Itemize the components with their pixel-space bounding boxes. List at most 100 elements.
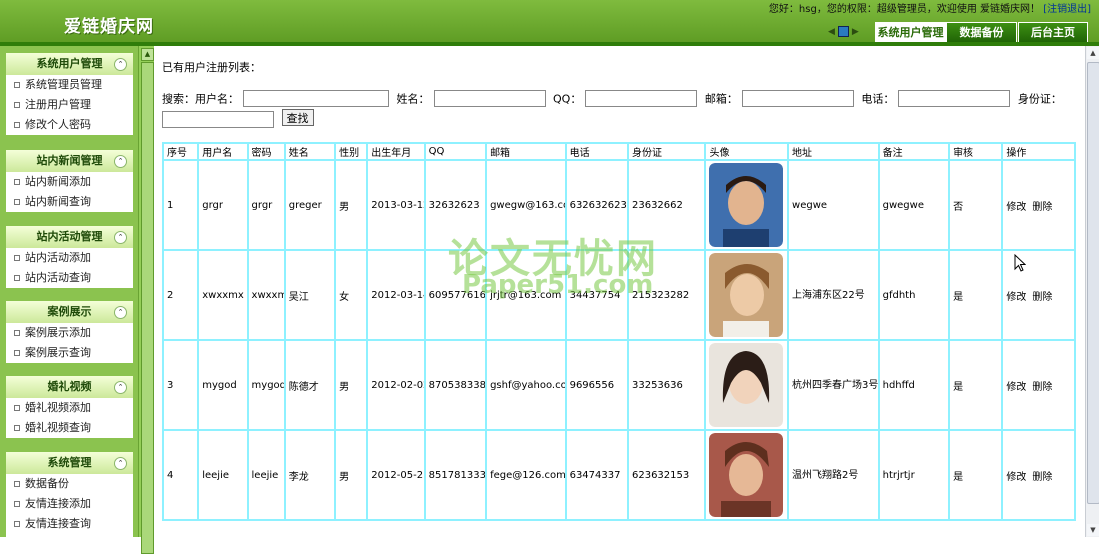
cell-ops: 修改 删除 <box>1001 339 1076 431</box>
tab-data-backup[interactable]: 数据备份 <box>946 22 1017 44</box>
group-header[interactable]: 案例展示 ⌃ <box>6 301 133 323</box>
col-header: 操作 <box>1001 142 1076 161</box>
cell-idcard: 623632153 <box>626 429 707 521</box>
bullet-icon <box>14 199 20 205</box>
idcard-input[interactable] <box>162 110 274 128</box>
group-header[interactable]: 婚礼视频 ⌃ <box>6 376 133 398</box>
email-input[interactable] <box>741 90 854 107</box>
cell-note: htrjrtjr <box>877 429 951 521</box>
avatar-photo <box>709 433 784 517</box>
collapse-icon[interactable]: ⌃ <box>114 58 127 71</box>
scroll-thumb[interactable] <box>1087 62 1099 504</box>
edit-link[interactable]: 修改 <box>1006 382 1026 393</box>
sidebar-item-news-add[interactable]: 站内新闻添加 <box>6 172 133 192</box>
sidebar-item-activity-add[interactable]: 站内活动添加 <box>6 248 133 268</box>
collapse-icon[interactable]: ⌃ <box>114 457 127 470</box>
sidebar-item-label: 案例展示查询 <box>25 346 91 359</box>
cell-avatar <box>704 159 790 251</box>
group-header[interactable]: 站内新闻管理 ⌃ <box>6 150 133 172</box>
cell-qq: 851781333 <box>423 429 488 521</box>
sidebar-item-label: 站内活动查询 <box>25 271 91 284</box>
delete-link[interactable]: 删除 <box>1032 202 1052 213</box>
bullet-icon <box>14 102 20 108</box>
table-row: 4 leejie leejie 李龙 男 2012-05-21 85178133… <box>161 429 1076 521</box>
sidebar-item-video-query[interactable]: 婚礼视频查询 <box>6 418 133 438</box>
avatar-photo <box>709 343 784 427</box>
sidebar-item-link-query[interactable]: 友情连接查询 <box>6 514 133 534</box>
cell-note: hdhffd <box>877 339 951 431</box>
bullet-icon <box>14 275 20 281</box>
cell-phone: 63474337 <box>564 429 629 521</box>
search-label: 搜索： <box>162 92 195 106</box>
collapse-icon[interactable]: ⌃ <box>114 155 127 168</box>
edit-link[interactable]: 修改 <box>1006 292 1026 303</box>
username-input[interactable] <box>243 90 389 107</box>
sidebar-item-case-query[interactable]: 案例展示查询 <box>6 343 133 363</box>
cell-gender: 男 <box>334 159 369 251</box>
bullet-icon <box>14 122 20 128</box>
delete-link[interactable]: 删除 <box>1032 292 1052 303</box>
logout-link[interactable]: [注销退出] <box>1043 4 1091 15</box>
cell-note: gwegwe <box>877 159 951 251</box>
bullet-icon <box>14 521 20 527</box>
tab-system-user[interactable]: 系统用户管理 <box>875 22 946 44</box>
group-title: 婚礼视频 <box>47 380 92 393</box>
cell-name: 吴江 <box>283 249 337 341</box>
sidebar-item-change-password[interactable]: 修改个人密码 <box>6 115 133 135</box>
collapse-icon[interactable]: ⌃ <box>114 306 127 319</box>
phone-input[interactable] <box>898 90 1011 107</box>
site-logo: 爱链婚庆网 <box>64 17 154 37</box>
sidebar-item-admin-manage[interactable]: 系统管理员管理 <box>6 75 133 95</box>
delete-link[interactable]: 删除 <box>1032 472 1052 483</box>
scroll-down-icon[interactable]: ▼ <box>1087 524 1099 536</box>
col-header: 身份证 <box>626 142 707 161</box>
edit-link[interactable]: 修改 <box>1006 472 1026 483</box>
sidebar-item-news-query[interactable]: 站内新闻查询 <box>6 192 133 212</box>
sidebar-scrollbar[interactable]: ▲ <box>138 46 155 554</box>
sidebar-item-label: 注册用户管理 <box>25 98 91 111</box>
sidebar-group-system: 系统管理 ⌃ 数据备份 友情连接添加 友情连接查询 <box>6 452 133 542</box>
bullet-icon <box>14 481 20 487</box>
cell-phone: 34437754 <box>564 249 629 341</box>
cell-gender: 男 <box>334 429 369 521</box>
sidebar-item-label: 系统管理员管理 <box>25 78 102 91</box>
cell-idcard: 33253636 <box>626 339 707 431</box>
collapse-icon[interactable]: ⌃ <box>114 381 127 394</box>
welcome-message: 您好：hsg，您的权限：超级管理员，欢迎使用 爱链婚庆网！ <box>768 4 1040 15</box>
sidebar-item-activity-query[interactable]: 站内活动查询 <box>6 268 133 288</box>
cell-birth: 2012-03-14 <box>366 249 426 341</box>
cell-name: greger <box>283 159 337 251</box>
nav-arrows[interactable]: ◀ ▶ <box>828 26 859 37</box>
cell-qq: 32632623 <box>423 159 488 251</box>
name-input[interactable] <box>433 90 546 107</box>
group-header[interactable]: 系统用户管理 ⌃ <box>6 53 133 75</box>
sidebar-item-case-add[interactable]: 案例展示添加 <box>6 323 133 343</box>
sidebar-group-activity: 站内活动管理 ⌃ 站内活动添加 站内活动查询 <box>6 226 133 288</box>
qq-label: QQ： <box>553 92 582 106</box>
bullet-icon <box>14 405 20 411</box>
scroll-up-icon[interactable]: ▲ <box>141 48 154 61</box>
sidebar-item-data-backup[interactable]: 数据备份 <box>6 474 133 494</box>
sidebar-item-label: 站内活动添加 <box>25 251 91 264</box>
collapse-icon[interactable]: ⌃ <box>114 231 127 244</box>
group-header[interactable]: 系统管理 ⌃ <box>6 452 133 474</box>
cell-address: 上海浦东区22号 <box>787 249 880 341</box>
edit-link[interactable]: 修改 <box>1006 202 1026 213</box>
tab-admin-home[interactable]: 后台主页 <box>1018 22 1088 44</box>
page-scrollbar[interactable]: ▲ ▼ <box>1085 46 1099 537</box>
name-label: 姓名： <box>396 92 430 106</box>
bullet-icon <box>14 501 20 507</box>
cell-idcard: 215323282 <box>626 249 707 341</box>
scroll-up-icon[interactable]: ▲ <box>1087 47 1099 59</box>
sidebar: 系统用户管理 ⌃ 系统管理员管理 注册用户管理 修改个人密码 站内新闻管理 ⌃ 站内… <box>0 46 138 542</box>
header: 爱链婚庆网 您好：hsg，您的权限：超级管理员，欢迎使用 爱链婚庆网！ [注销退… <box>0 0 1099 46</box>
scroll-thumb[interactable] <box>141 62 154 554</box>
sidebar-item-link-add[interactable]: 友情连接添加 <box>6 494 133 514</box>
sidebar-item-video-add[interactable]: 婚礼视频添加 <box>6 398 133 418</box>
search-button[interactable]: 查找 <box>281 109 314 126</box>
qq-input[interactable] <box>585 90 698 107</box>
cell-phone: 632632623 <box>564 159 629 251</box>
sidebar-item-registered-users[interactable]: 注册用户管理 <box>6 95 133 115</box>
group-header[interactable]: 站内活动管理 ⌃ <box>6 226 133 248</box>
delete-link[interactable]: 删除 <box>1032 382 1052 393</box>
